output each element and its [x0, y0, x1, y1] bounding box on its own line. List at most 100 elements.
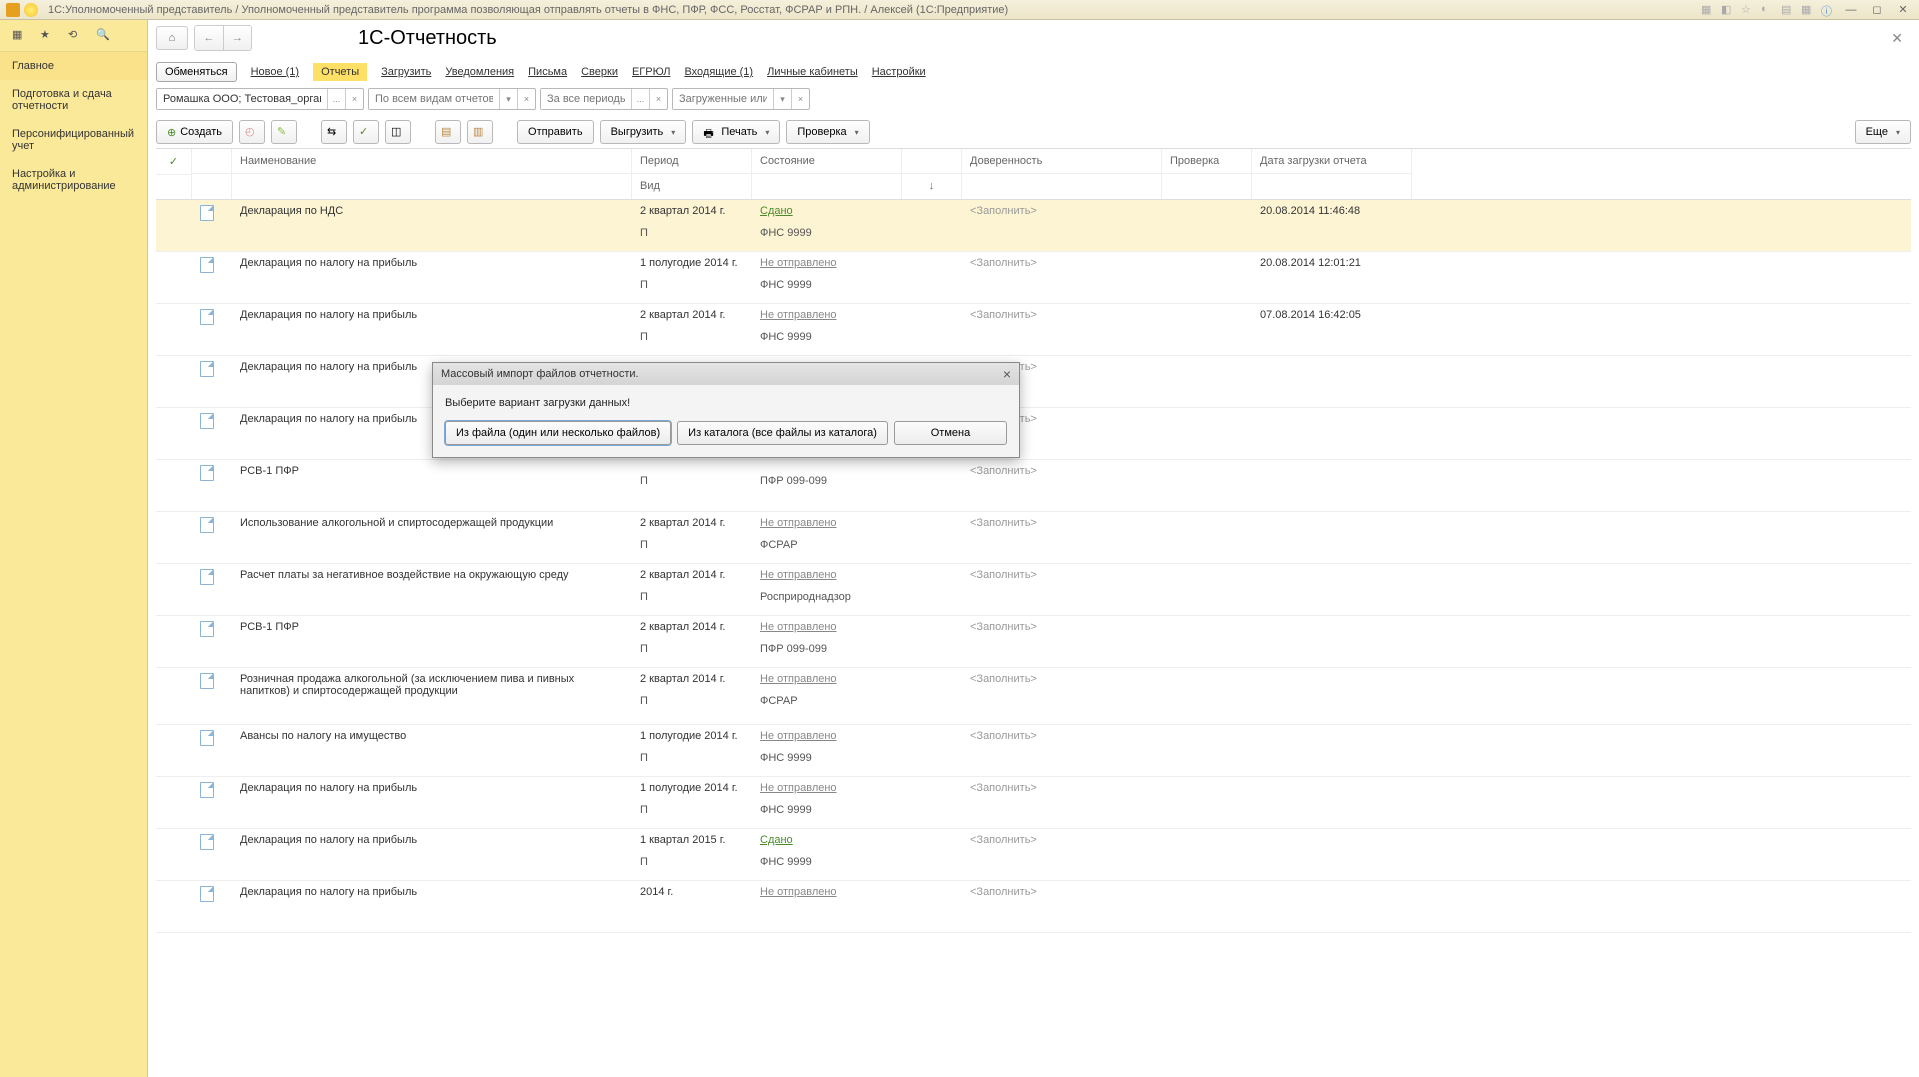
tab-link[interactable]: Новое (1): [251, 66, 300, 78]
table-row[interactable]: Декларация по налогу на прибыль 1 кварта…: [156, 356, 1911, 408]
tab-link[interactable]: Письма: [528, 66, 567, 78]
row-dov-fill[interactable]: <Заполнить>: [962, 777, 1161, 799]
row-dov-fill[interactable]: <Заполнить>: [962, 829, 1161, 851]
table-row[interactable]: РСВ-1 ПФР 2 квартал 2014 г.ПНе отправлен…: [156, 616, 1911, 668]
tool-btn-5[interactable]: ▥: [467, 120, 493, 144]
maximize-button[interactable]: ◻: [1867, 3, 1887, 17]
row-state[interactable]: Не отправлено: [760, 673, 837, 685]
row-dov-fill[interactable]: <Заполнить>: [962, 881, 1161, 903]
tb-icon-3[interactable]: ☆: [1741, 3, 1755, 17]
filter-org-more[interactable]: ...: [327, 89, 345, 109]
row-dov-fill[interactable]: <Заполнить>: [962, 725, 1161, 747]
row-dov-fill[interactable]: <Заполнить>: [962, 460, 1161, 482]
create-button[interactable]: ⊕Создать: [156, 120, 233, 144]
filter-loaded[interactable]: ▾ ×: [672, 88, 810, 110]
dialog-from-file-button[interactable]: Из файла (один или несколько файлов): [445, 421, 671, 445]
table-row[interactable]: Декларация по НДС 2 квартал 2014 г.ПСдан…: [156, 200, 1911, 252]
col-state[interactable]: Состояние: [752, 149, 901, 173]
sidebar-item[interactable]: Персонифицированный учет: [0, 120, 147, 160]
tb-icon-4[interactable]: ◐: [1761, 3, 1775, 17]
row-state[interactable]: Не отправлено: [760, 782, 837, 794]
exchange-button[interactable]: Обменяться: [156, 62, 237, 82]
table-row[interactable]: Розничная продажа алкогольной (за исключ…: [156, 668, 1911, 725]
tab-link[interactable]: Личные кабинеты: [767, 66, 858, 78]
row-state[interactable]: Не отправлено: [760, 309, 837, 321]
dialog-from-catalog-button[interactable]: Из каталога (все файлы из каталога): [677, 421, 888, 445]
sidebar-item[interactable]: Настройка и администрирование: [0, 160, 147, 200]
tab-link[interactable]: Загрузить: [381, 66, 431, 78]
table-row[interactable]: РСВ-1 ПФР ППФР 099-099 <Заполнить>: [156, 460, 1911, 512]
info-icon[interactable]: ⓘ: [1821, 3, 1835, 17]
history-icon[interactable]: ⟲: [68, 28, 84, 44]
row-dov-fill[interactable]: <Заполнить>: [962, 616, 1161, 638]
table-row[interactable]: Декларация по налогу на прибыль 1 полуго…: [156, 777, 1911, 829]
col-check-mark[interactable]: ✓: [156, 149, 191, 174]
row-dov-fill[interactable]: <Заполнить>: [962, 200, 1161, 222]
col-vid[interactable]: Вид: [632, 173, 751, 198]
close-window-button[interactable]: ✕: [1893, 3, 1913, 17]
filter-loaded-dd[interactable]: ▾: [773, 89, 791, 109]
tool-btn-3[interactable]: ◫: [385, 120, 411, 144]
dropdown-icon[interactable]: [24, 3, 38, 17]
table-row[interactable]: Использование алкогольной и спиртосодерж…: [156, 512, 1911, 564]
row-dov-fill[interactable]: <Заполнить>: [962, 668, 1161, 690]
sidebar-item[interactable]: Подготовка и сдача отчетности: [0, 80, 147, 120]
search-icon[interactable]: 🔍: [96, 28, 112, 44]
forward-button[interactable]: →: [223, 26, 251, 50]
print-button[interactable]: 🖶Печать▾: [692, 120, 780, 144]
table-row[interactable]: Расчет платы за негативное воздействие н…: [156, 564, 1911, 616]
row-dov-fill[interactable]: <Заполнить>: [962, 564, 1161, 586]
table-row[interactable]: Декларация по налогу на прибыль 2014 г.Н…: [156, 881, 1911, 933]
table-row[interactable]: Декларация по налогу на прибыль <Заполни…: [156, 408, 1911, 460]
tb-icon-5[interactable]: ▤: [1781, 3, 1795, 17]
filter-type-input[interactable]: [369, 89, 499, 109]
filter-period-clear[interactable]: ×: [649, 89, 667, 109]
minimize-button[interactable]: —: [1841, 3, 1861, 17]
row-state[interactable]: Не отправлено: [760, 621, 837, 633]
sidebar-item[interactable]: Главное: [0, 52, 147, 80]
filter-org-input[interactable]: [157, 89, 327, 109]
star-icon[interactable]: ★: [40, 28, 56, 44]
close-page-button[interactable]: ✕: [1883, 30, 1911, 47]
tool-edit[interactable]: ✎: [271, 120, 297, 144]
tab-link[interactable]: Отчеты: [313, 63, 367, 81]
tab-link[interactable]: Входящие (1): [684, 66, 753, 78]
col-name[interactable]: Наименование: [232, 149, 631, 173]
col-check[interactable]: Проверка: [1162, 149, 1251, 173]
col-period[interactable]: Период: [632, 149, 751, 173]
filter-period-more[interactable]: ...: [631, 89, 649, 109]
col-dov[interactable]: Доверенность: [962, 149, 1161, 173]
check-button[interactable]: Проверка▾: [786, 120, 869, 144]
tb-icon-1[interactable]: ▦: [1701, 3, 1715, 17]
filter-type-clear[interactable]: ×: [517, 89, 535, 109]
tool-btn-2[interactable]: ✓: [353, 120, 379, 144]
tab-link[interactable]: Сверки: [581, 66, 618, 78]
export-button[interactable]: Выгрузить▾: [600, 120, 687, 144]
tb-icon-6[interactable]: ▦: [1801, 3, 1815, 17]
filter-period-input[interactable]: [541, 89, 631, 109]
table-row[interactable]: Авансы по налогу на имущество 1 полугоди…: [156, 725, 1911, 777]
apps-icon[interactable]: ▦: [12, 28, 28, 44]
tool-btn-1[interactable]: ⇆: [321, 120, 347, 144]
tool-btn-4[interactable]: ▤: [435, 120, 461, 144]
dialog-close-button[interactable]: ×: [1003, 366, 1011, 382]
row-state[interactable]: Сдано: [760, 834, 793, 846]
col-sort[interactable]: ↓: [902, 173, 961, 198]
table-row[interactable]: Декларация по налогу на прибыль 1 кварта…: [156, 829, 1911, 881]
tab-link[interactable]: Уведомления: [445, 66, 514, 78]
filter-org-clear[interactable]: ×: [345, 89, 363, 109]
filter-loaded-clear[interactable]: ×: [791, 89, 809, 109]
tb-icon-2[interactable]: ◧: [1721, 3, 1735, 17]
row-state[interactable]: Не отправлено: [760, 886, 837, 898]
send-button[interactable]: Отправить: [517, 120, 594, 144]
row-dov-fill[interactable]: <Заполнить>: [962, 512, 1161, 534]
back-button[interactable]: ←: [195, 26, 223, 50]
table-row[interactable]: Декларация по налогу на прибыль 1 полуго…: [156, 252, 1911, 304]
table-row[interactable]: Декларация по налогу на прибыль 2 кварта…: [156, 304, 1911, 356]
tab-link[interactable]: ЕГРЮЛ: [632, 66, 670, 78]
row-state[interactable]: Не отправлено: [760, 257, 837, 269]
tool-refresh[interactable]: ◴: [239, 120, 265, 144]
row-state[interactable]: Не отправлено: [760, 569, 837, 581]
row-state[interactable]: Не отправлено: [760, 517, 837, 529]
filter-loaded-input[interactable]: [673, 89, 773, 109]
